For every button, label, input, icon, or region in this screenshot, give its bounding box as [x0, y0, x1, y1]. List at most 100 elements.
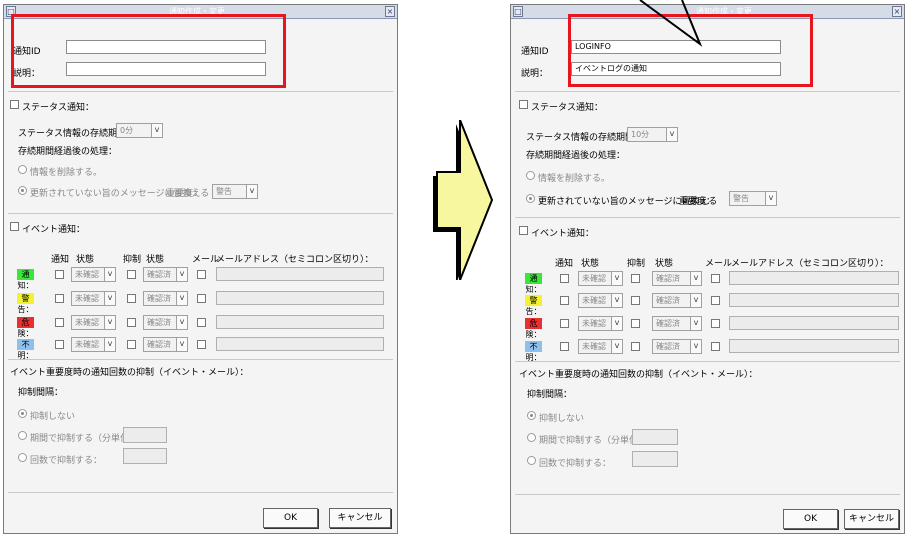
no-suppress-radio[interactable]	[18, 409, 27, 418]
row-critical-suppress-checkbox[interactable]	[127, 318, 136, 327]
row-critical-address-field[interactable]	[729, 316, 899, 330]
highlight-box	[11, 14, 286, 88]
suppress-interval-label: 抑制間隔：	[527, 390, 573, 400]
row-info-tag: 通知：	[17, 269, 34, 290]
suppress-section-title: イベント重要度時の通知回数の抑制（イベント・メール）：	[10, 368, 249, 378]
retention-select[interactable]: 0分 v	[116, 123, 163, 138]
divider	[515, 91, 900, 92]
row-warning-mail-checkbox[interactable]	[711, 296, 720, 305]
divider	[515, 494, 900, 495]
delete-info-radio[interactable]	[18, 165, 27, 174]
replace-message-radio[interactable]	[526, 194, 535, 203]
row-unknown-address-field[interactable]	[729, 339, 899, 353]
divider	[515, 361, 900, 362]
header-address: メールアドレス（セミコロン区切り）：	[731, 259, 889, 269]
row-critical-suppress-checkbox[interactable]	[631, 319, 640, 328]
row-warning-state-select[interactable]: 未確認 v	[71, 291, 116, 306]
cancel-button[interactable]: キャンセル	[329, 508, 391, 528]
ok-button[interactable]: OK	[263, 508, 318, 528]
close-icon[interactable]: ×	[892, 6, 902, 17]
chevron-down-icon: v	[104, 338, 115, 351]
delete-info-radio[interactable]	[526, 171, 535, 180]
row-warning-state2-select[interactable]: 確認済 v	[652, 293, 702, 308]
row-info-address-field[interactable]	[729, 271, 899, 285]
row-unknown-notify-checkbox[interactable]	[560, 342, 569, 351]
row-unknown-mail-checkbox[interactable]	[197, 340, 206, 349]
row-unknown-state-select[interactable]: 未確認 v	[71, 337, 116, 352]
after-expiry-label: 存続期間経過後の処理：	[526, 151, 626, 161]
chevron-down-icon: v	[690, 272, 701, 285]
row-warning-mail-checkbox[interactable]	[197, 294, 206, 303]
row-warning-address-field[interactable]	[729, 293, 899, 307]
row-unknown-state2-select[interactable]: 確認済 v	[143, 337, 188, 352]
window-menu-icon[interactable]: □	[513, 6, 523, 17]
row-unknown-state-select[interactable]: 未確認 v	[578, 339, 623, 354]
row-warning-state-select[interactable]: 未確認 v	[578, 293, 623, 308]
chevron-down-icon: v	[765, 192, 776, 205]
row-info-mail-checkbox[interactable]	[197, 270, 206, 279]
row-unknown-state2-select[interactable]: 確認済 v	[652, 339, 702, 354]
no-suppress-radio[interactable]	[527, 411, 536, 420]
suppress-count-field[interactable]	[123, 448, 167, 464]
chevron-down-icon: v	[666, 128, 677, 141]
row-warning-notify-checkbox[interactable]	[560, 296, 569, 305]
status-notify-checkbox[interactable]	[519, 100, 528, 109]
close-icon[interactable]: ×	[385, 6, 395, 17]
row-info-suppress-checkbox[interactable]	[127, 270, 136, 279]
row-unknown-address-field[interactable]	[216, 337, 384, 351]
header-state2: 状態	[146, 255, 165, 265]
row-warning-state2-select[interactable]: 確認済 v	[143, 291, 188, 306]
suppress-period-field[interactable]	[632, 429, 678, 445]
suppress-period-field[interactable]	[123, 427, 167, 443]
row-info-notify-checkbox[interactable]	[55, 270, 64, 279]
row-critical-address-field[interactable]	[216, 315, 384, 329]
row-unknown-notify-checkbox[interactable]	[55, 340, 64, 349]
ok-button[interactable]: OK	[783, 509, 838, 529]
row-critical-state-select[interactable]: 未確認 v	[71, 315, 116, 330]
suppress-count-radio[interactable]	[18, 453, 27, 462]
row-info-state2-select[interactable]: 確認済 v	[652, 271, 702, 286]
header-suppress: 抑制	[627, 259, 646, 269]
row-info-notify-checkbox[interactable]	[560, 274, 569, 283]
row-critical-mail-checkbox[interactable]	[197, 318, 206, 327]
suppress-count-field[interactable]	[632, 451, 678, 467]
row-critical-state2-select[interactable]: 確認済 v	[143, 315, 188, 330]
row-critical-state2-select[interactable]: 確認済 v	[652, 316, 702, 331]
row-unknown-state2-value: 確認済	[656, 342, 680, 351]
severity-select[interactable]: 警告 v	[212, 184, 258, 199]
suppress-period-radio[interactable]	[18, 431, 27, 440]
row-critical-notify-checkbox[interactable]	[560, 319, 569, 328]
event-notify-checkbox[interactable]	[10, 222, 19, 231]
row-info-state-select[interactable]: 未確認 v	[578, 271, 623, 286]
severity-select[interactable]: 警告 v	[729, 191, 777, 206]
row-info-address-field[interactable]	[216, 267, 384, 281]
chevron-down-icon: v	[246, 185, 257, 198]
suppress-interval-label: 抑制間隔：	[18, 388, 64, 398]
row-unknown-suppress-checkbox[interactable]	[127, 340, 136, 349]
replace-message-radio[interactable]	[18, 186, 27, 195]
retention-select[interactable]: 10分 v	[627, 127, 678, 142]
status-notify-checkbox[interactable]	[10, 100, 19, 109]
row-warning-address-field[interactable]	[216, 291, 384, 305]
row-critical-notify-checkbox[interactable]	[55, 318, 64, 327]
event-notify-checkbox[interactable]	[519, 226, 528, 235]
row-unknown-mail-checkbox[interactable]	[711, 342, 720, 351]
row-info-state2-select[interactable]: 確認済 v	[143, 267, 188, 282]
delete-info-label: 情報を削除する。	[538, 174, 611, 184]
row-info-state-select[interactable]: 未確認 v	[71, 267, 116, 282]
row-warning-notify-checkbox[interactable]	[55, 294, 64, 303]
row-warning-suppress-checkbox[interactable]	[127, 294, 136, 303]
row-unknown-suppress-checkbox[interactable]	[631, 342, 640, 351]
row-info-suppress-checkbox[interactable]	[631, 274, 640, 283]
row-critical-state2-value: 確認済	[656, 319, 680, 328]
suppress-period-radio[interactable]	[527, 433, 536, 442]
cancel-button[interactable]: キャンセル	[844, 509, 899, 529]
row-critical-mail-checkbox[interactable]	[711, 319, 720, 328]
row-warning-suppress-checkbox[interactable]	[631, 296, 640, 305]
event-notify-label: イベント通知：	[531, 229, 595, 239]
retention-label: ステータス情報の存続期間：	[526, 133, 644, 143]
row-info-state-value: 未確認	[75, 270, 99, 279]
row-critical-state-select[interactable]: 未確認 v	[578, 316, 623, 331]
suppress-count-radio[interactable]	[527, 456, 536, 465]
row-info-mail-checkbox[interactable]	[711, 274, 720, 283]
